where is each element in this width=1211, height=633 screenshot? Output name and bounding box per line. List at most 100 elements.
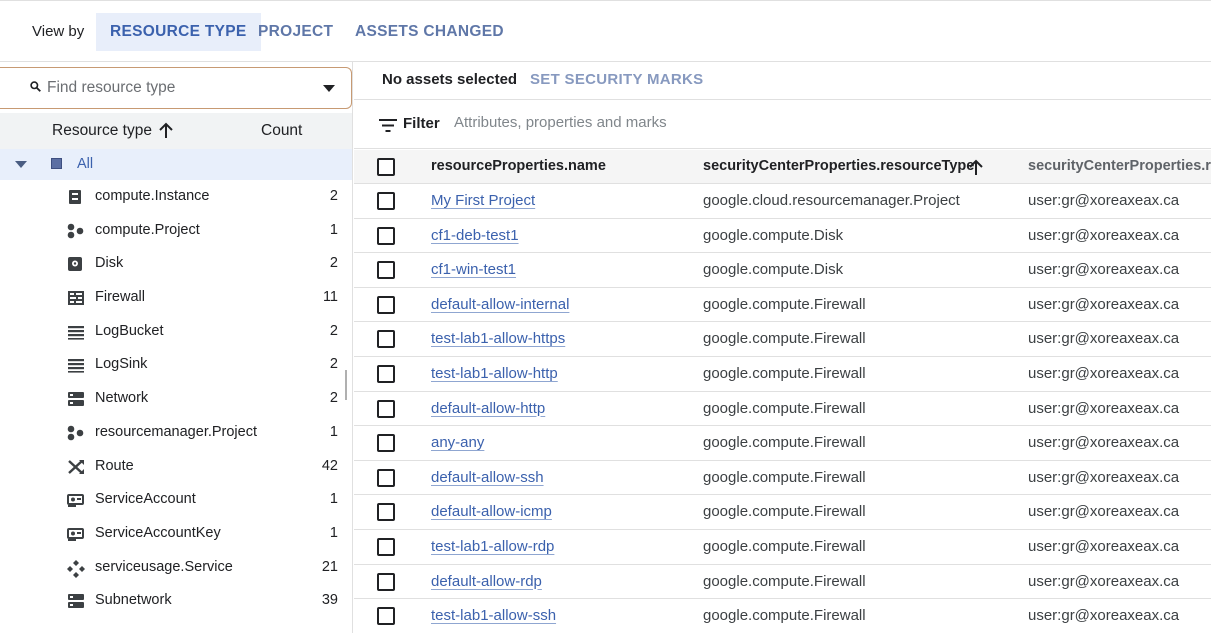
resource-type-column-header[interactable]: Resource type	[52, 122, 152, 140]
resource-item-count: 1	[329, 491, 338, 508]
asset-name-link[interactable]: default-allow-internal	[431, 296, 569, 313]
resource-item[interactable]: Subnetwork 39	[0, 584, 352, 618]
asset-resource-type: google.compute.Firewall	[703, 537, 866, 555]
resource-type-search[interactable]	[0, 67, 352, 109]
table-row[interactable]: test-lab1-allow-ssh google.compute.Firewa…	[354, 599, 1211, 633]
resource-item[interactable]: LogBucket 2	[0, 315, 352, 349]
filter-label: Filter	[403, 115, 440, 132]
resource-item-count: 2	[329, 390, 338, 407]
resource-item-label: Network	[95, 390, 149, 407]
row-checkbox[interactable]	[377, 537, 395, 556]
resource-item[interactable]: serviceusage.Service 21	[0, 551, 352, 585]
service-account-icon	[67, 492, 84, 508]
column-header-name[interactable]: resourceProperties.name	[431, 158, 606, 174]
asset-owner: user:gr@xoreaxeax.ca	[1028, 503, 1180, 521]
column-header-resource-owner[interactable]: securityCenterProperties.res	[1028, 158, 1211, 174]
view-by-bar: View by RESOURCE TYPE PROJECT ASSETS CHA…	[0, 0, 1211, 62]
asset-name-link[interactable]: My First Project	[431, 192, 535, 209]
sort-ascending-icon[interactable]	[968, 158, 984, 176]
asset-name-link[interactable]: test-lab1-allow-https	[431, 330, 565, 347]
table-header-row: resourceProperties.name securityCenterPr…	[354, 150, 1211, 184]
column-header-resource-type[interactable]: securityCenterProperties.resourceType	[703, 158, 974, 174]
row-checkbox[interactable]	[377, 399, 395, 418]
dropdown-arrow-icon[interactable]	[323, 85, 335, 92]
scrollbar-thumb[interactable]	[345, 370, 347, 400]
row-checkbox[interactable]	[377, 468, 395, 487]
filter-bar: Filter	[354, 101, 1211, 149]
resource-item[interactable]: Firewall 11	[0, 281, 352, 315]
resource-item[interactable]: compute.Project 1	[0, 214, 352, 248]
asset-name-link[interactable]: cf1-deb-test1	[431, 227, 519, 244]
table-row[interactable]: default-allow-http google.compute.Firewal…	[354, 392, 1211, 427]
row-checkbox[interactable]	[377, 503, 395, 522]
row-checkbox[interactable]	[377, 434, 395, 453]
asset-resource-type: google.compute.Disk	[703, 226, 844, 244]
table-row[interactable]: test-lab1-allow-http google.compute.Firew…	[354, 357, 1211, 392]
table-row[interactable]: default-allow-internal google.compute.Fir…	[354, 288, 1211, 323]
resource-item-all[interactable]: All	[0, 149, 352, 180]
table-row[interactable]: cf1-deb-test1 google.compute.Disk user:gr@…	[354, 219, 1211, 254]
resource-item-label: Subnetwork	[95, 592, 172, 609]
resource-item[interactable]: resourcemanager.Project 1	[0, 416, 352, 450]
tab-assets-changed[interactable]: ASSETS CHANGED	[341, 13, 518, 51]
resource-item-count: 2	[329, 322, 338, 339]
count-column-header[interactable]: Count	[261, 122, 302, 140]
resource-item[interactable]: compute.Instance 2	[0, 180, 352, 214]
subnetwork-icon	[67, 593, 84, 609]
table-row[interactable]: My First Project google.cloud.resourceman…	[354, 184, 1211, 219]
row-checkbox[interactable]	[377, 261, 395, 280]
asset-name-link[interactable]: cf1-win-test1	[431, 261, 516, 278]
asset-owner: user:gr@xoreaxeax.ca	[1028, 607, 1180, 625]
asset-resource-type: google.compute.Firewall	[703, 468, 866, 486]
collapse-caret-icon[interactable]	[15, 161, 27, 168]
row-checkbox[interactable]	[377, 295, 395, 314]
table-row[interactable]: test-lab1-allow-https google.compute.Fire…	[354, 322, 1211, 357]
resource-item[interactable]: Network 2	[0, 382, 352, 416]
resource-item-label: compute.Instance	[95, 188, 210, 204]
resource-item-count: 21	[321, 558, 338, 575]
asset-name-link[interactable]: test-lab1-allow-ssh	[431, 607, 556, 624]
select-all-checkbox[interactable]	[377, 158, 395, 176]
table-row[interactable]: test-lab1-allow-rdp google.compute.Firewa…	[354, 530, 1211, 565]
asset-owner: user:gr@xoreaxeax.ca	[1028, 572, 1180, 590]
resource-item[interactable]: Disk 2	[0, 247, 352, 281]
resource-item[interactable]: ServiceAccount 1	[0, 483, 352, 517]
asset-name-link[interactable]: default-allow-http	[431, 400, 545, 417]
table-row[interactable]: cf1-win-test1 google.compute.Disk user:gr@…	[354, 253, 1211, 288]
logbucket-icon	[67, 324, 84, 340]
resource-item[interactable]: Route 42	[0, 450, 352, 484]
search-input[interactable]	[47, 79, 307, 97]
resource-item-label: LogBucket	[95, 322, 164, 339]
asset-name-link[interactable]: default-allow-ssh	[431, 469, 544, 486]
asset-owner: user:gr@xoreaxeax.ca	[1028, 434, 1180, 452]
asset-name-link[interactable]: test-lab1-allow-rdp	[431, 538, 554, 555]
filter-input[interactable]	[454, 114, 954, 131]
row-checkbox[interactable]	[377, 572, 395, 591]
asset-owner: user:gr@xoreaxeax.ca	[1028, 399, 1180, 417]
resource-item-count: 2	[329, 188, 338, 204]
row-checkbox[interactable]	[377, 607, 395, 626]
resource-item[interactable]: ServiceAccountKey 1	[0, 517, 352, 551]
row-checkbox[interactable]	[377, 330, 395, 349]
tab-resource-type[interactable]: RESOURCE TYPE	[96, 13, 261, 51]
tab-project[interactable]: PROJECT	[244, 13, 347, 51]
asset-name-link[interactable]: test-lab1-allow-http	[431, 365, 558, 382]
filter-icon[interactable]	[379, 119, 397, 132]
table-row[interactable]: default-allow-icmp google.compute.Firewal…	[354, 495, 1211, 530]
asset-name-link[interactable]: default-allow-icmp	[431, 503, 552, 520]
set-security-marks-button[interactable]: SET SECURITY MARKS	[530, 71, 703, 88]
sort-ascending-icon[interactable]	[158, 121, 174, 139]
asset-name-link[interactable]: any-any	[431, 434, 484, 451]
asset-name-link[interactable]: default-allow-rdp	[431, 573, 542, 590]
resource-item-count: 1	[329, 524, 338, 541]
table-row[interactable]: default-allow-rdp google.compute.Firewall…	[354, 565, 1211, 600]
row-checkbox[interactable]	[377, 192, 395, 210]
row-checkbox[interactable]	[377, 226, 395, 245]
view-by-label: View by	[32, 23, 85, 40]
resource-item[interactable]: LogSink 2	[0, 348, 352, 382]
row-checkbox[interactable]	[377, 364, 395, 383]
resource-type-panel: Resource type Count All compute.Instance…	[0, 62, 353, 633]
table-row[interactable]: any-any google.compute.Firewall user:gr@xo…	[354, 426, 1211, 461]
asset-owner: user:gr@xoreaxeax.ca	[1028, 468, 1180, 486]
table-row[interactable]: default-allow-ssh google.compute.Firewall…	[354, 461, 1211, 496]
